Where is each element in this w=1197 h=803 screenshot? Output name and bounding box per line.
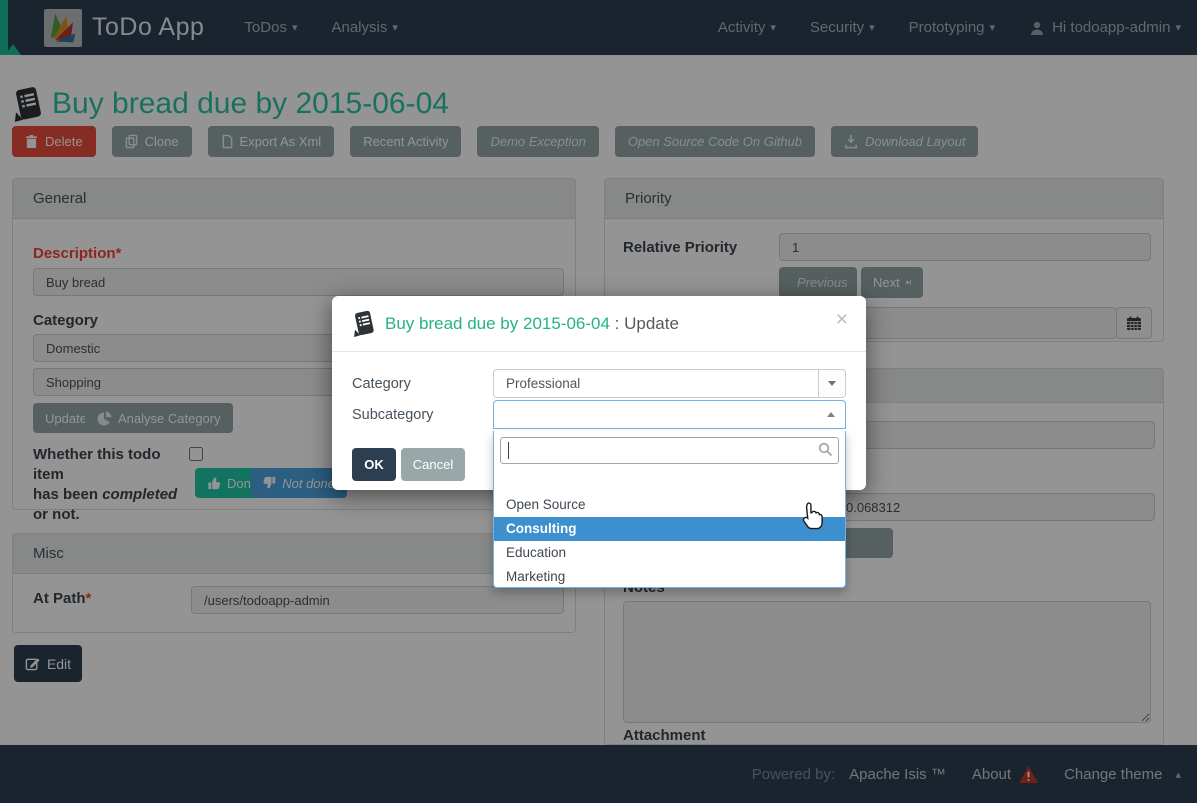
dropdown-option-empty[interactable] [494, 469, 845, 493]
dropdown-option-education[interactable]: Education [494, 541, 845, 565]
dropdown-option-list: Open Source Consulting Education Marketi… [494, 469, 845, 589]
dialog-header: Buy bread due by 2015-06-04 : Update × [332, 296, 866, 352]
dialog-subcategory-select[interactable] [493, 400, 846, 429]
dropdown-option-open-source[interactable]: Open Source [494, 493, 845, 517]
ok-button[interactable]: OK [352, 448, 396, 481]
todo-memo-icon [352, 310, 376, 337]
app-root: ToDo App ToDos▾ Analysis▾ Activity▾ Secu… [0, 0, 1197, 803]
cancel-button[interactable]: Cancel [401, 448, 465, 481]
text-cursor [508, 442, 509, 459]
dialog-title: Buy bread due by 2015-06-04 : Update [385, 314, 679, 334]
dialog-subcategory-label: Subcategory [352, 407, 433, 423]
caret-up-icon [827, 412, 835, 417]
dropdown-option-consulting[interactable]: Consulting [494, 517, 845, 541]
dropdown-option-marketing[interactable]: Marketing [494, 565, 845, 589]
subcategory-dropdown: Open Source Consulting Education Marketi… [493, 431, 846, 588]
dialog-category-label: Category [352, 376, 411, 392]
dropdown-search-input[interactable] [500, 437, 839, 464]
caret-down-icon [828, 381, 836, 386]
search-icon [818, 442, 833, 457]
select-arrow-box[interactable] [818, 370, 845, 397]
close-icon[interactable]: × [836, 308, 848, 332]
dialog-category-select[interactable]: Professional [493, 369, 846, 398]
